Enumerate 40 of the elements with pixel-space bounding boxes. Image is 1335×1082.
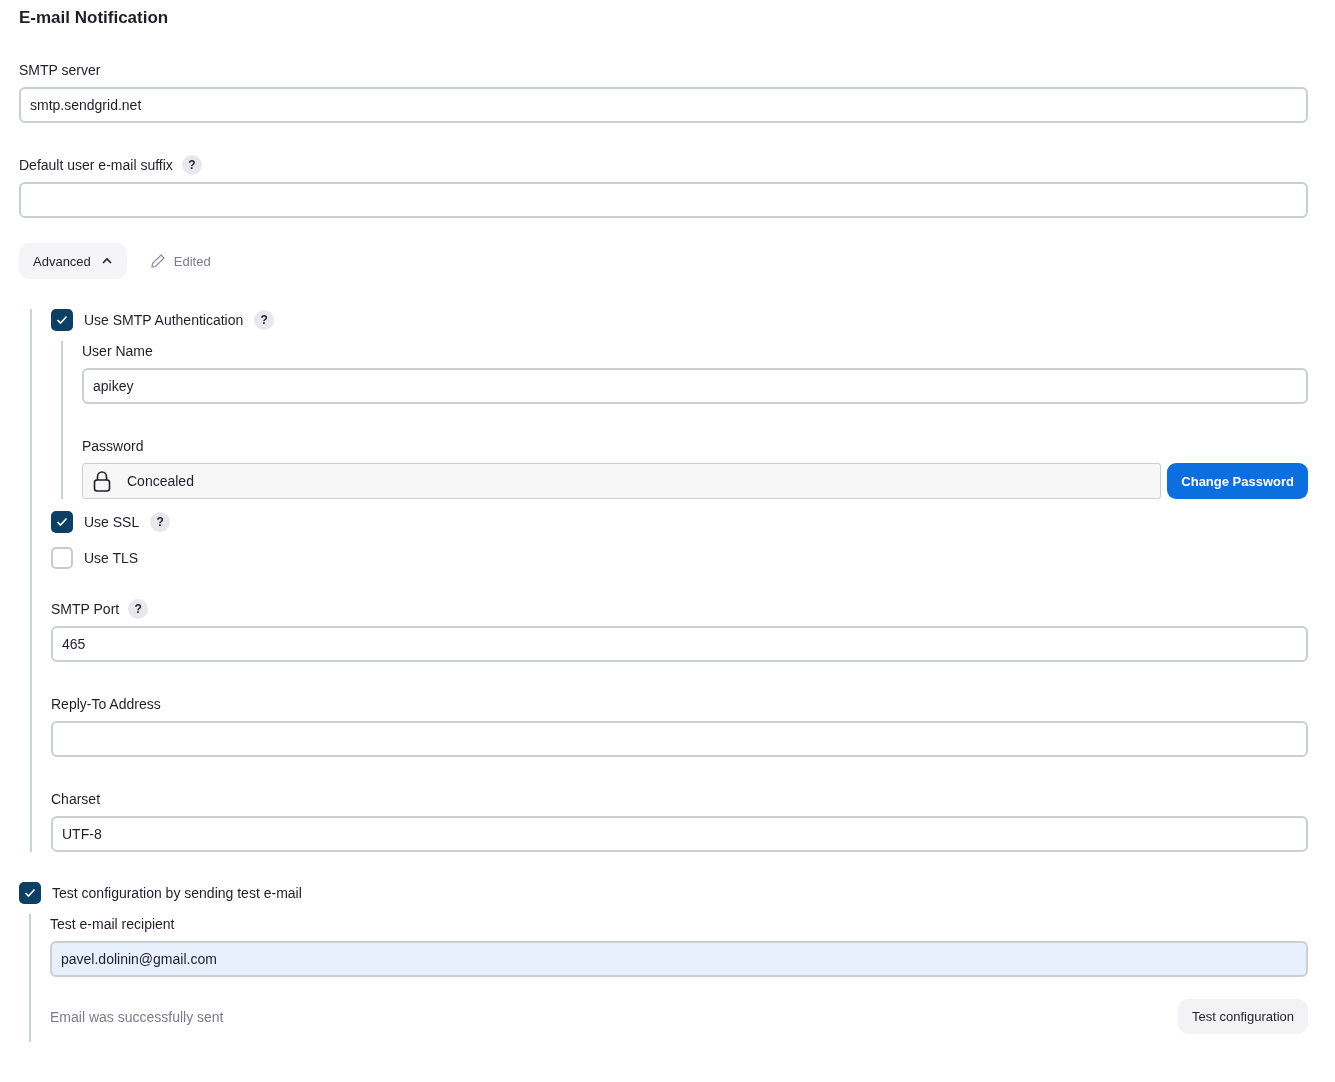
help-button[interactable]: ? [181, 155, 202, 175]
checkbox[interactable] [51, 309, 73, 331]
checkbox[interactable] [51, 511, 73, 533]
status-message: Email was successfully sent [50, 1009, 224, 1025]
chevron-icon [100, 256, 113, 266]
edited-status: Edited [173, 253, 211, 269]
checkmark-icon [56, 315, 68, 325]
input-field[interactable]: 465 [51, 626, 1308, 662]
input-field[interactable]: smtp.sendgrid.net [19, 87, 1308, 123]
checkbox-label: Use TLS [84, 550, 139, 566]
field-label: Reply-To Address [51, 696, 161, 712]
advanced-button[interactable]: Advanced [19, 243, 127, 279]
help-button[interactable]: ? [128, 599, 149, 619]
field-label: Password [82, 438, 144, 454]
field-label: Default user e-mail suffix [19, 157, 173, 173]
input-field[interactable] [51, 721, 1308, 757]
checkmark-icon [56, 517, 68, 527]
checkbox-label: Use SMTP Authentication [84, 312, 244, 328]
input-field[interactable] [19, 182, 1308, 218]
change-password-button[interactable]: Change Password [1167, 463, 1308, 499]
field-label: Test e-mail recipient [50, 916, 175, 932]
concealed-value: Concealed [127, 473, 194, 489]
lock-icon [93, 470, 111, 492]
field-label: SMTP server [19, 62, 101, 78]
checkbox-label: Use SSL [84, 514, 140, 530]
field-label: User Name [82, 343, 153, 359]
checkbox-label: Test configuration by sending test e-mail [52, 885, 302, 901]
checkbox[interactable] [19, 882, 41, 904]
input-field[interactable]: apikey [82, 368, 1308, 404]
pencil-icon [149, 253, 166, 269]
checkmark-icon [24, 888, 36, 898]
help-button[interactable]: ? [150, 512, 171, 532]
field-label: SMTP Port [51, 601, 120, 617]
input-field[interactable]: UTF-8 [51, 816, 1308, 852]
field-label: Charset [51, 791, 101, 807]
section-title: E-mail Notification [19, 8, 170, 28]
help-button[interactable]: ? [254, 310, 275, 330]
password-field[interactable]: Concealed [82, 463, 1162, 499]
test-configuration-button[interactable]: Test configuration [1178, 999, 1308, 1034]
input-field[interactable]: pavel.dolinin@gmail.com [50, 941, 1308, 977]
